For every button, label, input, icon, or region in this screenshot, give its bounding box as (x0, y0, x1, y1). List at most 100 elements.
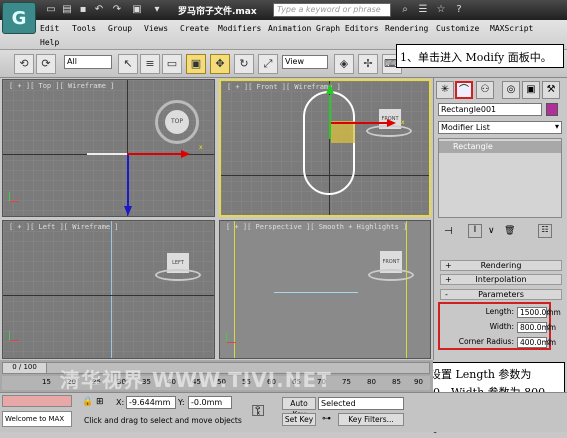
hierarchy-tab-icon[interactable]: ⚇ (476, 81, 494, 99)
gizmo-y-axis[interactable] (329, 95, 331, 139)
gizmo-z-arrow[interactable] (124, 206, 132, 216)
application-logo[interactable]: G (2, 2, 36, 34)
rollout-parameters[interactable]: - Parameters (440, 289, 562, 300)
menu-maxscript[interactable]: MAXScript (490, 24, 533, 33)
watermark: 清华视界 WWW.TIVI.NET (60, 368, 332, 392)
length-spinner[interactable]: 1500.0mm (517, 307, 561, 318)
axis-tripod (9, 192, 19, 202)
selected-dropdown[interactable]: Selected (318, 397, 404, 410)
tick-label: 15 (42, 378, 51, 386)
menu-tools[interactable]: Tools (72, 24, 96, 33)
menu-create[interactable]: Create (180, 24, 209, 33)
open-icon[interactable]: ▤ (60, 3, 74, 17)
menu-modifiers[interactable]: Modifiers (218, 24, 261, 33)
viewport-label[interactable]: [ + ][ Front ][ Wireframe ] (227, 83, 341, 91)
menu-animation[interactable]: Animation (268, 24, 311, 33)
menu-rendering[interactable]: Rendering (385, 24, 428, 33)
pivot-center-icon[interactable]: ◈ (334, 54, 354, 74)
width-spinner[interactable]: 800.0mm (517, 322, 556, 333)
viewport-label[interactable]: [ + ][ Top ][ Wireframe ] (9, 82, 114, 90)
undo-icon[interactable]: ↶ (92, 3, 106, 17)
create-tab-icon[interactable]: ✳ (436, 81, 454, 99)
reference-coordinate-dropdown[interactable]: View (282, 55, 328, 69)
gizmo-x-arrow[interactable] (387, 119, 396, 127)
viewport-front[interactable]: [ + ][ Front ][ Wireframe ] FRONT x (219, 79, 431, 217)
link-icon[interactable]: ⟲ (14, 54, 34, 74)
stack-item-rectangle[interactable]: Rectangle (439, 141, 561, 153)
viewport-perspective[interactable]: [ + ][ Perspective ][ Smooth + Highlight… (219, 220, 431, 359)
rectangle-shape[interactable] (274, 292, 358, 293)
rectangle-shape[interactable] (111, 221, 112, 358)
timeline[interactable]: 0 / 100 15 20 25 30 35 40 45 50 55 60 65… (0, 360, 433, 392)
community-icon[interactable]: ☰ (416, 3, 430, 17)
show-end-result-icon[interactable]: I (468, 224, 482, 238)
utilities-tab-icon[interactable]: ⚒ (542, 81, 560, 99)
gizmo-x-axis[interactable] (331, 122, 389, 124)
set-key-icon[interactable]: ⚿ (252, 401, 264, 421)
dropdown-icon[interactable]: ▾ (150, 3, 164, 17)
menu-views[interactable]: Views (144, 24, 168, 33)
modifier-list-dropdown[interactable]: Modifier List ▾ (438, 121, 562, 134)
search-icon[interactable]: ⌕ (398, 3, 412, 17)
gizmo-x-arrow[interactable] (181, 150, 190, 158)
viewcube[interactable]: TOP (165, 110, 189, 134)
unlink-icon[interactable]: ⟳ (36, 54, 56, 74)
make-unique-icon[interactable]: ∨ (488, 226, 495, 236)
maxscript-listener[interactable]: Welcome to MAX (2, 411, 72, 427)
redo-icon[interactable]: ↷ (110, 3, 124, 17)
display-tab-icon[interactable]: ▣ (522, 81, 540, 99)
auto-key-button[interactable]: Auto Key (282, 397, 316, 419)
corner-radius-spinner[interactable]: 400.0mm (517, 337, 556, 348)
menu-graph-editors[interactable]: Graph Editors (316, 24, 379, 33)
modify-tab-icon[interactable]: ⌒ (455, 81, 473, 99)
configure-sets-icon[interactable]: ☷ (538, 224, 552, 238)
menu-group[interactable]: Group (108, 24, 132, 33)
time-slider[interactable]: 0 / 100 (3, 363, 47, 373)
new-icon[interactable]: ▭ (44, 3, 58, 17)
object-color-swatch[interactable] (546, 103, 558, 116)
viewport-label[interactable]: [ + ][ Perspective ][ Smooth + Highlight… (226, 223, 407, 231)
object-name-field[interactable]: Rectangle001 (438, 103, 542, 116)
maxscript-listener-top[interactable] (2, 395, 72, 407)
project-folder-icon[interactable]: ▣ (130, 3, 144, 17)
remove-modifier-icon[interactable]: 🗑 (504, 226, 515, 236)
select-object-icon[interactable]: ↖ (118, 54, 138, 74)
viewport-top[interactable]: [ + ][ Top ][ Wireframe ] TOP x (2, 79, 215, 217)
select-and-rotate-icon[interactable]: ↻ (234, 54, 254, 74)
y-coordinate-field[interactable]: -0.0mm (188, 396, 232, 409)
selection-filter-dropdown[interactable]: All (64, 55, 112, 69)
rectangular-selection-icon[interactable]: ▭ (162, 54, 182, 74)
corner-radius-spinner-arrows[interactable]: ▴ ▾ (548, 337, 554, 348)
gizmo-z-axis[interactable] (127, 155, 129, 213)
save-icon[interactable]: ▪ (76, 3, 90, 17)
manipulate-icon[interactable]: ✢ (358, 54, 378, 74)
search-input[interactable]: Type a keyword or phrase (273, 3, 391, 17)
rollout-interpolation[interactable]: + Interpolation (440, 274, 562, 285)
menu-customize[interactable]: Customize (436, 24, 479, 33)
key-filters-button[interactable]: Key Filters... (338, 413, 404, 426)
x-coordinate-field[interactable]: -9.644mm (126, 396, 176, 409)
rollout-rendering[interactable]: + Rendering (440, 260, 562, 271)
gizmo-x-axis[interactable] (127, 153, 183, 155)
viewport-left[interactable]: [ + ][ Left ][ Wireframe ] LEFT (2, 220, 215, 359)
lock-selection-icon[interactable]: 🔒 (82, 397, 93, 407)
length-spinner-arrows[interactable]: ▴ ▾ (548, 307, 554, 318)
pin-stack-icon[interactable]: ⊣ (444, 226, 453, 237)
menu-help[interactable]: Help (40, 38, 59, 47)
key-mode-icon[interactable]: ⊶ (322, 414, 331, 424)
modifier-stack: Rectangle (438, 138, 562, 218)
favorites-icon[interactable]: ☆ (434, 3, 448, 17)
viewport-label[interactable]: [ + ][ Left ][ Wireframe ] (9, 223, 119, 231)
window-crossing-icon[interactable]: ▣ (186, 54, 206, 74)
select-and-scale-icon[interactable]: ⤢ (258, 54, 278, 74)
gizmo-y-arrow[interactable] (326, 83, 334, 94)
absolute-mode-icon[interactable]: ⊞ (96, 397, 104, 407)
set-key-button[interactable]: Set Key (282, 413, 316, 426)
menu-edit[interactable]: Edit (40, 24, 59, 33)
gizmo-plane-handle[interactable] (331, 121, 355, 143)
select-and-move-icon[interactable]: ✥ (210, 54, 230, 74)
help-icon[interactable]: ? (452, 3, 466, 17)
select-by-name-icon[interactable]: ≡ (140, 54, 160, 74)
motion-tab-icon[interactable]: ◎ (502, 81, 520, 99)
width-spinner-arrows[interactable]: ▴ ▾ (548, 322, 554, 333)
